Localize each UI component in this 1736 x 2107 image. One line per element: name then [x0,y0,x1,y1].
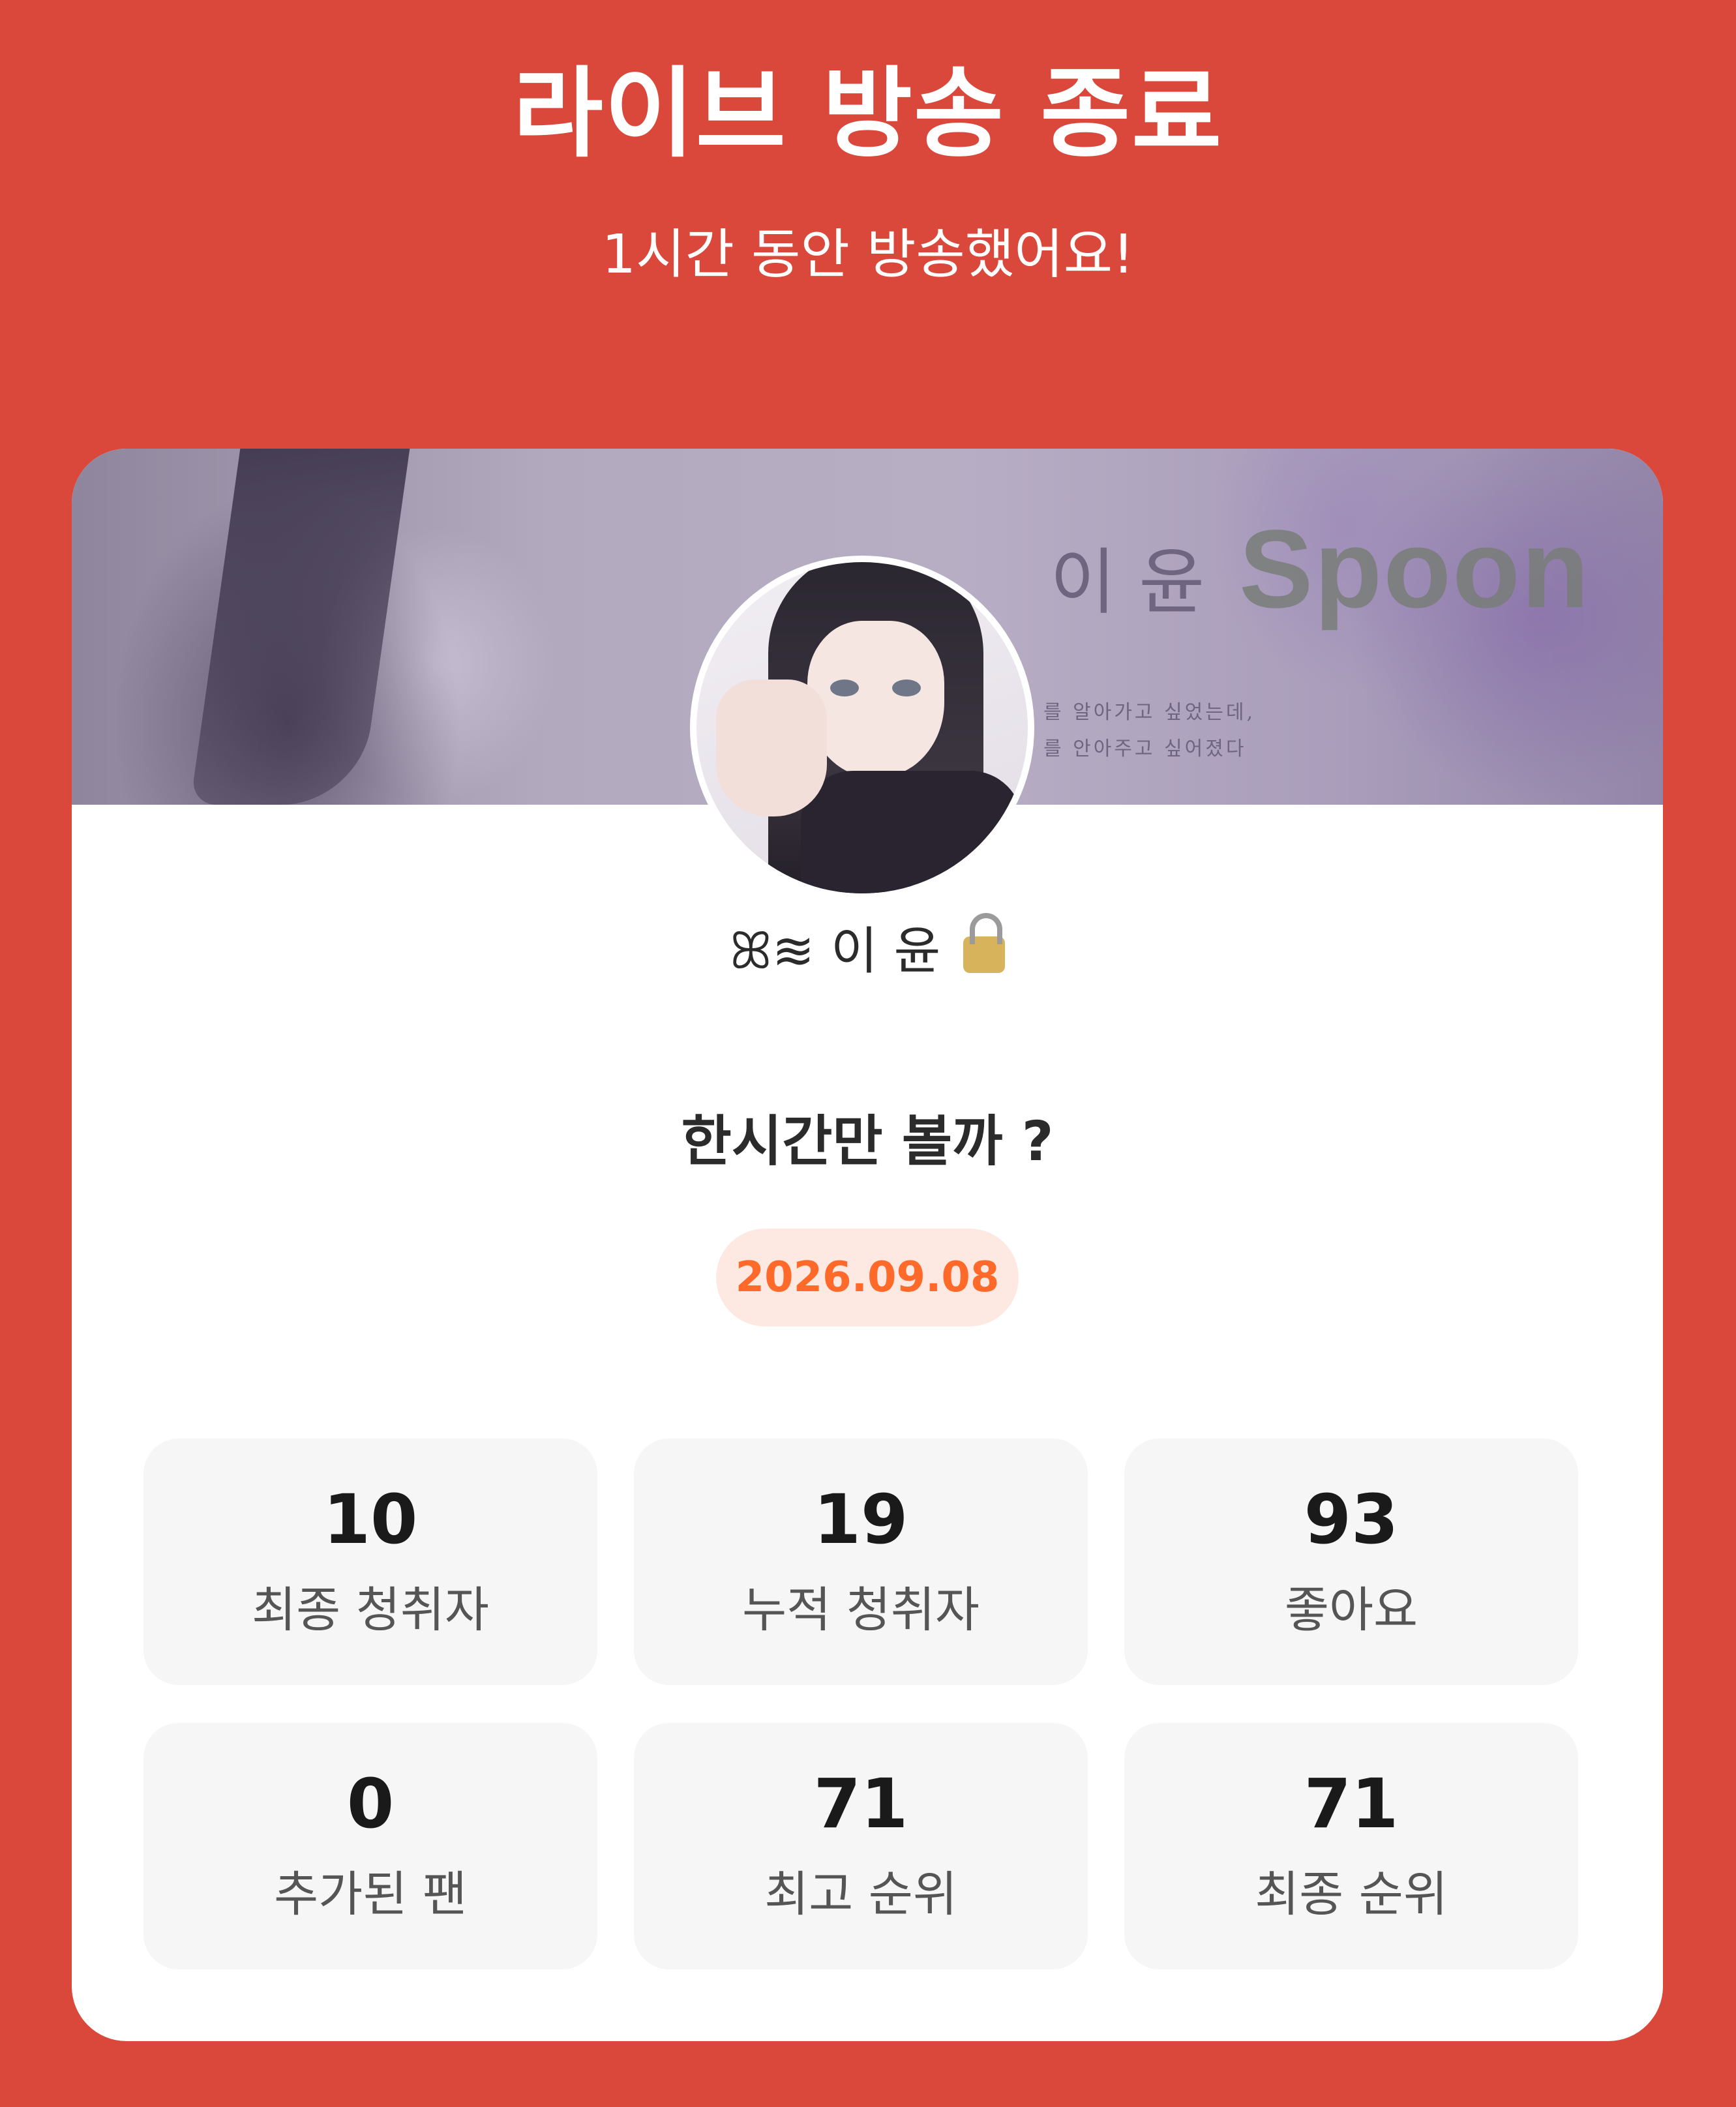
banner-quote-line: 를 알아가고 싶었는데, [1043,701,1256,724]
stat-label: 추가된 팬 [274,1866,467,1922]
stat-label: 누적 청취자 [742,1582,980,1638]
avatar-face [807,621,944,777]
page-title: 라이브 방송 종료 [513,57,1223,171]
stat-value: 10 [323,1480,418,1559]
dj-nickname: ꕤ≋ 이 윤 [72,912,1663,977]
stat-label: 좋아요 [1284,1582,1418,1638]
avatar-eye [830,680,859,696]
avatar-image [696,562,1028,893]
nickname-text: ꕤ≋ 이 윤 [729,922,941,981]
stat-value: 0 [346,1764,395,1844]
avatar-hand [716,680,827,816]
stat-value: 93 [1304,1480,1399,1559]
stat-value: 71 [1304,1764,1399,1844]
broadcast-title: 한시간만 볼까 ? [681,1109,1054,1173]
stat-label: 최종 청취자 [252,1582,489,1638]
avatar[interactable] [690,556,1034,900]
stat-label: 최종 순위 [1255,1866,1448,1922]
lock-with-key-icon [963,912,1006,973]
stat-value: 71 [813,1764,908,1844]
spoon-logo: Spoon [1239,507,1591,631]
avatar-eye [892,680,921,696]
banner-name-text: 이 윤 [1050,541,1205,624]
stat-total-listeners: 19 누적 청취자 [634,1439,1088,1685]
stat-final-rank: 71 최종 순위 [1124,1723,1578,1969]
avatar-jacket [801,771,1023,893]
broadcast-date-badge: 2026.09.08 [716,1229,1019,1326]
stat-value: 19 [813,1480,908,1559]
stat-likes: 93 좋아요 [1124,1439,1578,1685]
stat-new-fans: 0 추가된 팬 [143,1723,597,1969]
banner-illustration [190,449,410,805]
banner-quote-line: 를 안아주고 싶어졌다 [1043,738,1247,760]
broadcast-duration: 1시간 동안 방송했어요! [601,224,1135,286]
stat-label: 최고 순위 [764,1866,957,1922]
stat-final-listeners: 10 최종 청취자 [143,1439,597,1685]
stat-best-rank: 71 최고 순위 [634,1723,1088,1969]
broadcast-summary-card: 이 윤 Spoon 를 알아가고 싶었는데, 를 안아주고 싶어졌다 ꕤ≋ 이 … [72,449,1663,2041]
